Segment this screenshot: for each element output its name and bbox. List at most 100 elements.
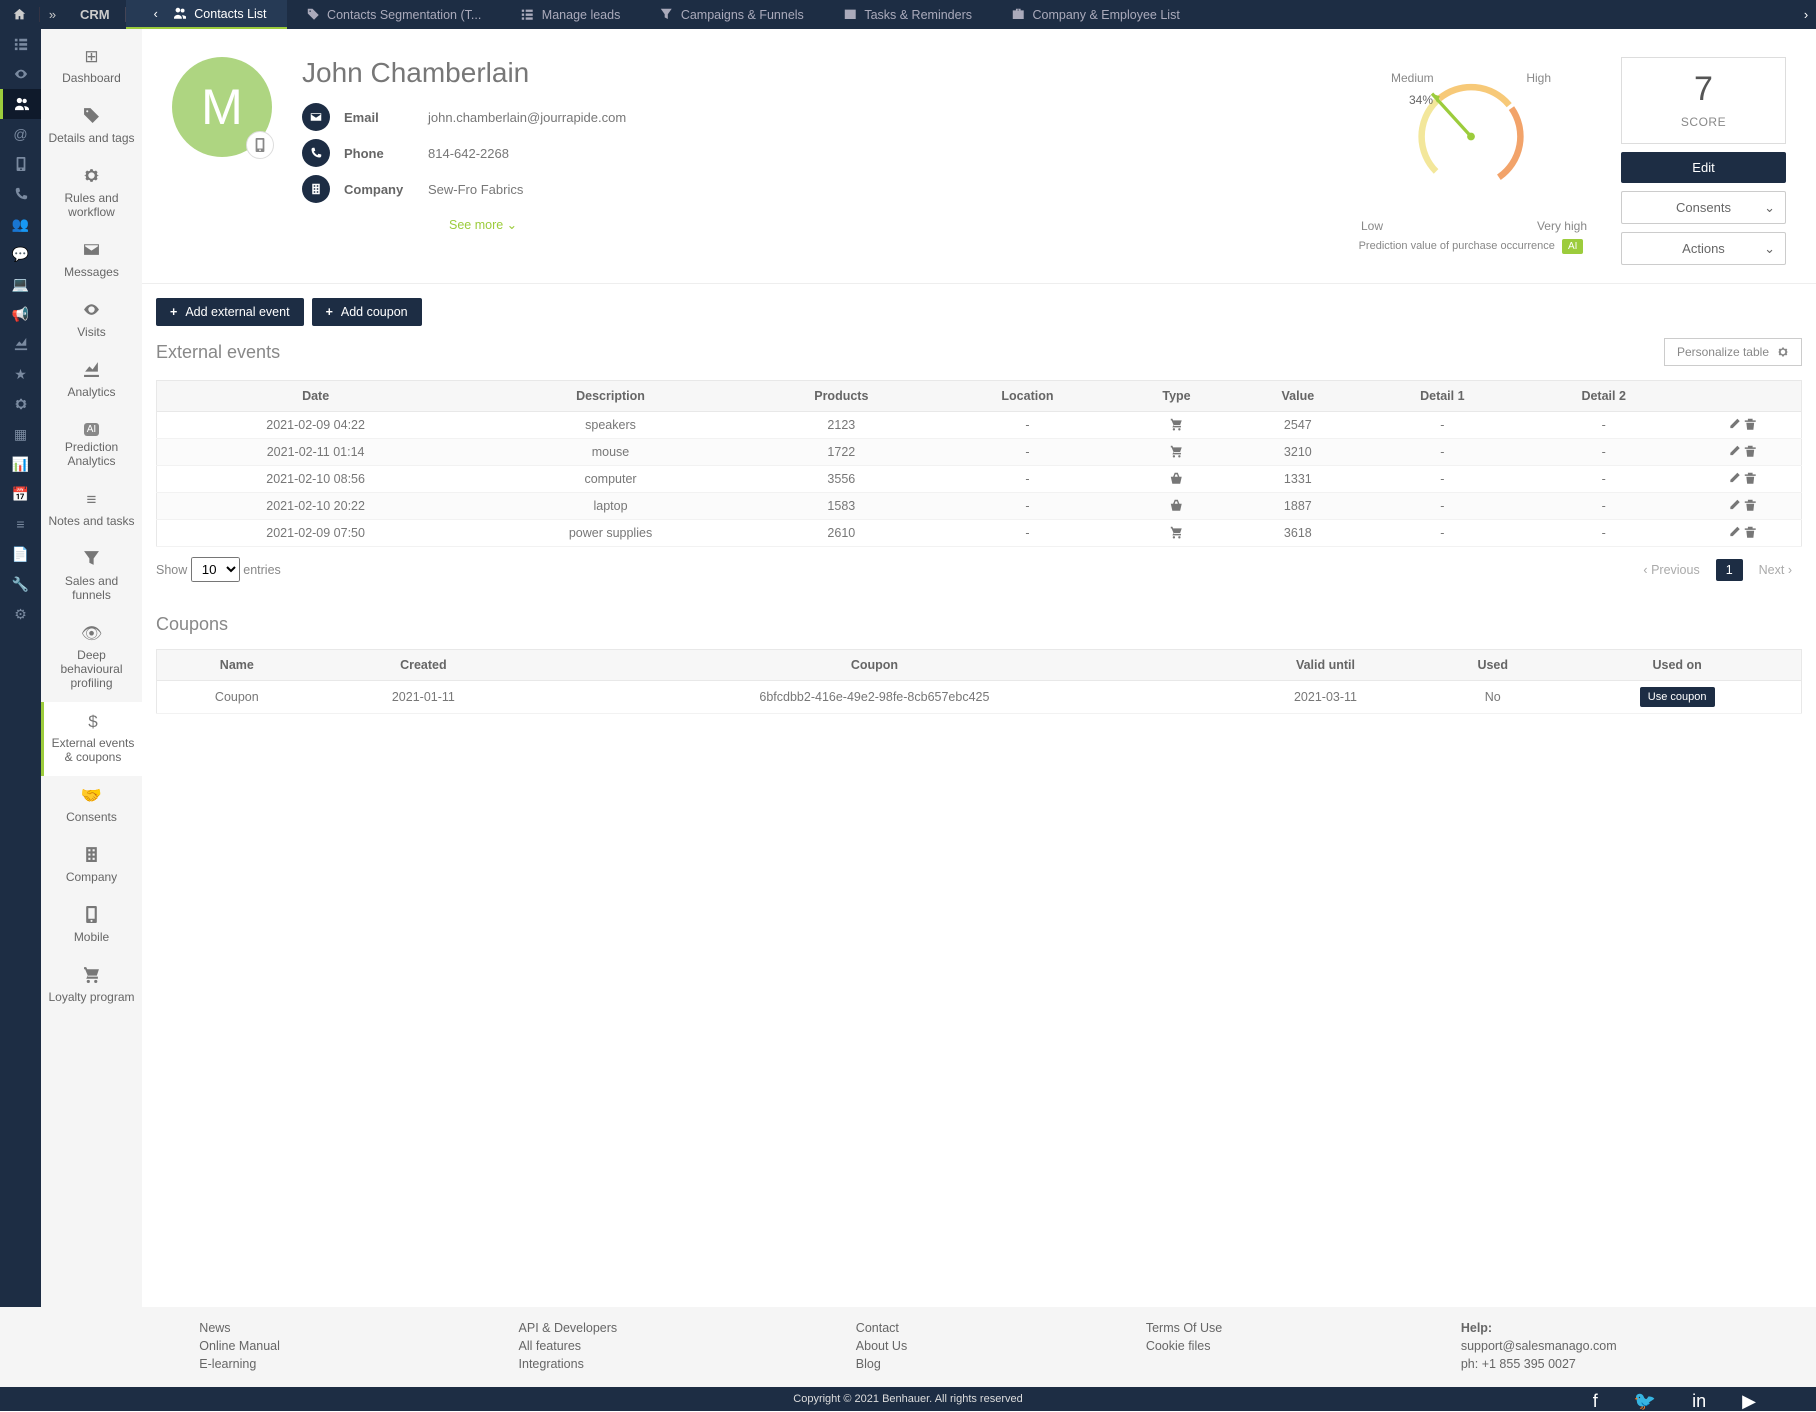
tab-campaigns[interactable]: Campaigns & Funnels (640, 0, 823, 29)
table-row: 2021-02-09 04:22speakers2123-2547-- (157, 412, 1802, 439)
phone-value: 814-642-2268 (428, 146, 509, 161)
rail-item[interactable]: 🔧 (0, 569, 41, 599)
rail-item[interactable]: ⚙ (0, 599, 41, 629)
sidebar-item-visits[interactable]: Visits (41, 291, 142, 351)
footer-link[interactable]: Cookie files (1146, 1339, 1222, 1353)
footer-link[interactable]: Integrations (519, 1357, 618, 1371)
col-header: Description (474, 381, 747, 412)
footer-link[interactable]: Online Manual (199, 1339, 280, 1353)
footer-link[interactable]: All features (519, 1339, 618, 1353)
page-1[interactable]: 1 (1716, 559, 1743, 581)
footer-link[interactable]: Contact (856, 1321, 907, 1335)
rail-item[interactable]: 📢 (0, 299, 41, 329)
entries-label: entries (243, 563, 281, 577)
consents-dropdown[interactable]: Consents⌄ (1621, 191, 1786, 224)
rail-item[interactable]: 💬 (0, 239, 41, 269)
trash-icon[interactable] (1744, 418, 1757, 431)
sidebar-item-dashboard[interactable]: ⊞Dashboard (41, 37, 142, 97)
sidebar-item-analytics[interactable]: Analytics (41, 351, 142, 411)
footer-link[interactable]: Terms Of Use (1146, 1321, 1222, 1335)
main-content: M John Chamberlain Email john.chamberlai… (142, 29, 1816, 1307)
trash-icon[interactable] (1744, 499, 1757, 512)
edit-button[interactable]: Edit (1621, 152, 1786, 183)
page-size-select[interactable]: 10 (191, 557, 240, 582)
use-coupon-button[interactable]: Use coupon (1640, 687, 1715, 707)
back-icon[interactable]: ‹ (146, 7, 166, 21)
trash-icon[interactable] (1744, 445, 1757, 458)
scroll-right-icon[interactable]: › (1796, 7, 1816, 22)
col-header: Value (1234, 381, 1362, 412)
edit-icon[interactable] (1728, 445, 1741, 458)
twitter-icon[interactable]: 🐦 (1634, 1391, 1656, 1412)
sidebar-item-company[interactable]: Company (41, 836, 142, 896)
score-label: SCORE (1622, 115, 1785, 129)
tab-segmentation[interactable]: Contacts Segmentation (T... (287, 0, 502, 29)
sidebar-item-mobile[interactable]: Mobile (41, 896, 142, 956)
sidebar-item-notes[interactable]: ≡Notes and tasks (41, 480, 142, 540)
sidebar-item-label: Prediction Analytics (65, 440, 118, 468)
sidebar-item-profiling[interactable]: 👁Deep behavioural profiling (41, 614, 142, 702)
tab-tasks[interactable]: Tasks & Reminders (824, 0, 992, 29)
topbar: » CRM ‹ Contacts List Contacts Segmentat… (0, 0, 1816, 29)
trash-icon[interactable] (1744, 526, 1757, 539)
rail-item[interactable] (0, 29, 41, 59)
tab-contacts-list[interactable]: ‹ Contacts List (126, 0, 287, 29)
rail-item[interactable] (0, 179, 41, 209)
sidebar-item-loyalty[interactable]: Loyalty program (41, 956, 142, 1016)
sidebar-item-consents[interactable]: 🤝Consents (41, 776, 142, 836)
rail-item[interactable] (0, 389, 41, 419)
rail-item[interactable] (0, 329, 41, 359)
sidebar-item-details[interactable]: Details and tags (41, 97, 142, 157)
trash-icon[interactable] (1744, 472, 1757, 485)
see-more-link[interactable]: See more ⌄ (449, 217, 517, 232)
sidebar-item-prediction[interactable]: AIPrediction Analytics (41, 411, 142, 480)
rail-item[interactable] (0, 149, 41, 179)
sidebar-item-external-events[interactable]: $External events & coupons (41, 702, 142, 776)
footer-link[interactable]: API & Developers (519, 1321, 618, 1335)
tab-label: Tasks & Reminders (864, 8, 972, 22)
facebook-icon[interactable]: f (1593, 1391, 1598, 1412)
actions-dropdown[interactable]: Actions⌄ (1621, 232, 1786, 265)
rail-item[interactable]: @ (0, 119, 41, 149)
home-icon[interactable] (0, 7, 40, 22)
rail-item[interactable]: 👥 (0, 209, 41, 239)
gauge-low: Low (1361, 219, 1383, 233)
rail-item[interactable]: 📅 (0, 479, 41, 509)
footer-link[interactable]: Blog (856, 1357, 907, 1371)
footer-link[interactable]: E-learning (199, 1357, 280, 1371)
rail-item[interactable]: ▦ (0, 419, 41, 449)
expand-icon[interactable]: » (40, 7, 65, 22)
edit-icon[interactable] (1728, 499, 1741, 512)
edit-icon[interactable] (1728, 418, 1741, 431)
help-email[interactable]: support@salesmanago.com (1461, 1339, 1617, 1353)
edit-icon[interactable] (1728, 472, 1741, 485)
footer-link[interactable]: About Us (856, 1339, 907, 1353)
rail-item[interactable] (0, 59, 41, 89)
gauge-medium: Medium (1391, 71, 1434, 85)
youtube-icon[interactable]: ▶ (1742, 1391, 1756, 1412)
sidebar-item-messages[interactable]: Messages (41, 231, 142, 291)
tab-manage-leads[interactable]: Manage leads (501, 0, 640, 29)
footer-link[interactable]: News (199, 1321, 280, 1335)
icon-rail: @ 👥 💬 💻 📢 ★ ▦ 📊 📅 ≡ 📄 🔧 ⚙ (0, 29, 41, 1307)
rail-item[interactable] (0, 89, 41, 119)
add-external-event-button[interactable]: +Add external event (156, 298, 304, 326)
tab-label: Contacts Segmentation (T... (327, 8, 481, 22)
sidebar-item-sales[interactable]: Sales and funnels (41, 540, 142, 614)
rail-item[interactable]: ★ (0, 359, 41, 389)
rail-item[interactable]: ≡ (0, 509, 41, 539)
next-page[interactable]: Next › (1749, 559, 1802, 581)
personalize-table-button[interactable]: Personalize table (1664, 338, 1802, 366)
sidebar-item-rules[interactable]: Rules and workflow (41, 157, 142, 231)
col-header: Valid until (1219, 650, 1432, 681)
rail-item[interactable]: 💻 (0, 269, 41, 299)
previous-page[interactable]: ‹ Previous (1633, 559, 1709, 581)
help-phone: ph: +1 855 395 0027 (1461, 1357, 1617, 1371)
tab-company[interactable]: Company & Employee List (992, 0, 1200, 29)
rail-item[interactable]: 📊 (0, 449, 41, 479)
add-coupon-button[interactable]: +Add coupon (312, 298, 422, 326)
sidebar-item-label: Deep behavioural profiling (60, 648, 122, 690)
rail-item[interactable]: 📄 (0, 539, 41, 569)
edit-icon[interactable] (1728, 526, 1741, 539)
linkedin-icon[interactable]: in (1692, 1391, 1706, 1412)
